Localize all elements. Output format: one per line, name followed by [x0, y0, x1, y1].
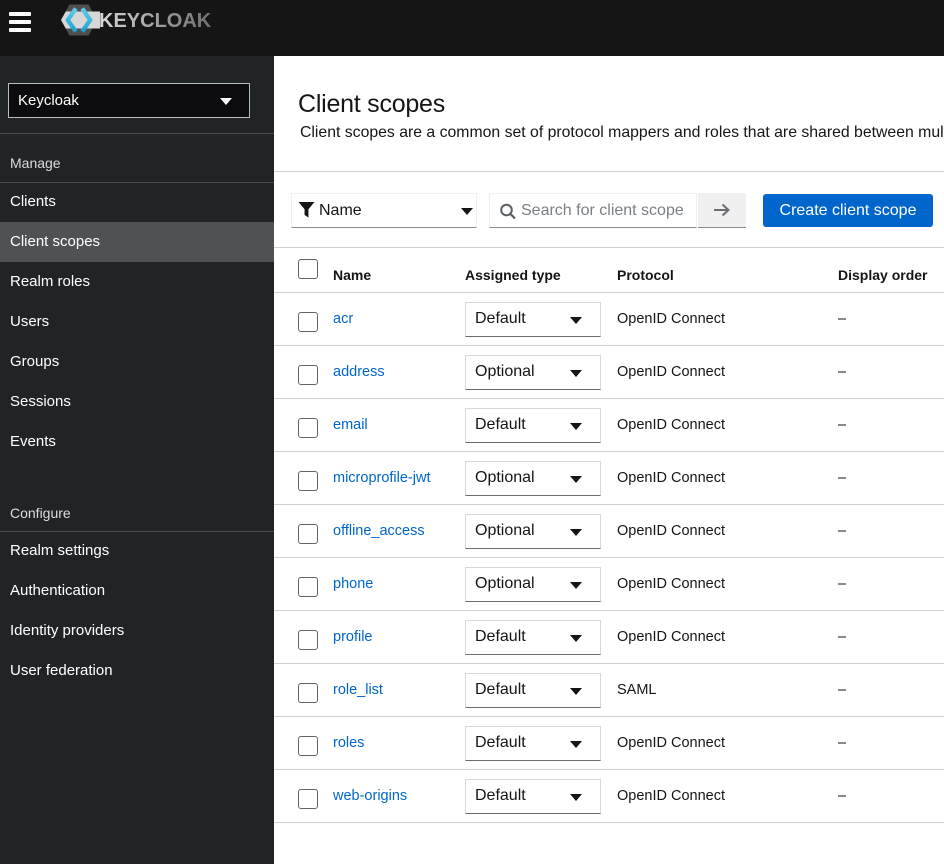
svg-text:KEYCLOAK: KEYCLOAK	[99, 10, 212, 32]
